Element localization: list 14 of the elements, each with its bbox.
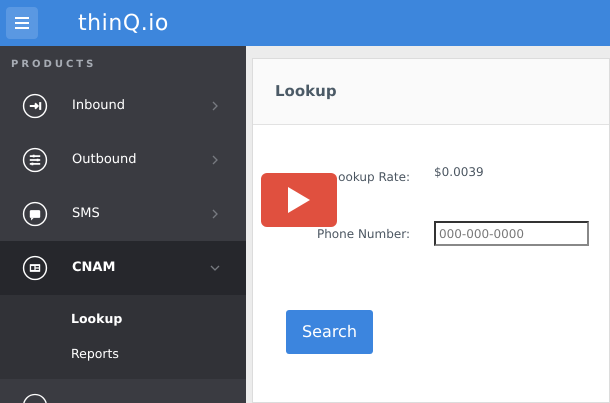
submenu-item[interactable]: Lookup bbox=[0, 302, 246, 337]
sidebar-item[interactable]: SMS bbox=[0, 187, 246, 241]
rate-value: $0.0039 bbox=[434, 164, 484, 181]
sidebar-heading: PRODUCTS bbox=[10, 58, 98, 72]
search-button[interactable]: Search bbox=[286, 310, 373, 354]
rate-label: ookup Rate: bbox=[338, 169, 410, 186]
sidebar-item[interactable]: Outbound bbox=[0, 133, 246, 187]
phone-label: Phone Number: bbox=[316, 226, 410, 242]
panel-title: Lookup bbox=[275, 81, 337, 102]
logo: thinQ.io bbox=[78, 10, 169, 38]
sidebar-item[interactable]: Inbound bbox=[0, 79, 246, 133]
sidebar-item[interactable]: CNAM bbox=[0, 241, 246, 295]
phone-field[interactable]: 000-000-0000 bbox=[434, 221, 589, 246]
submenu-item[interactable]: Reports bbox=[0, 337, 246, 372]
